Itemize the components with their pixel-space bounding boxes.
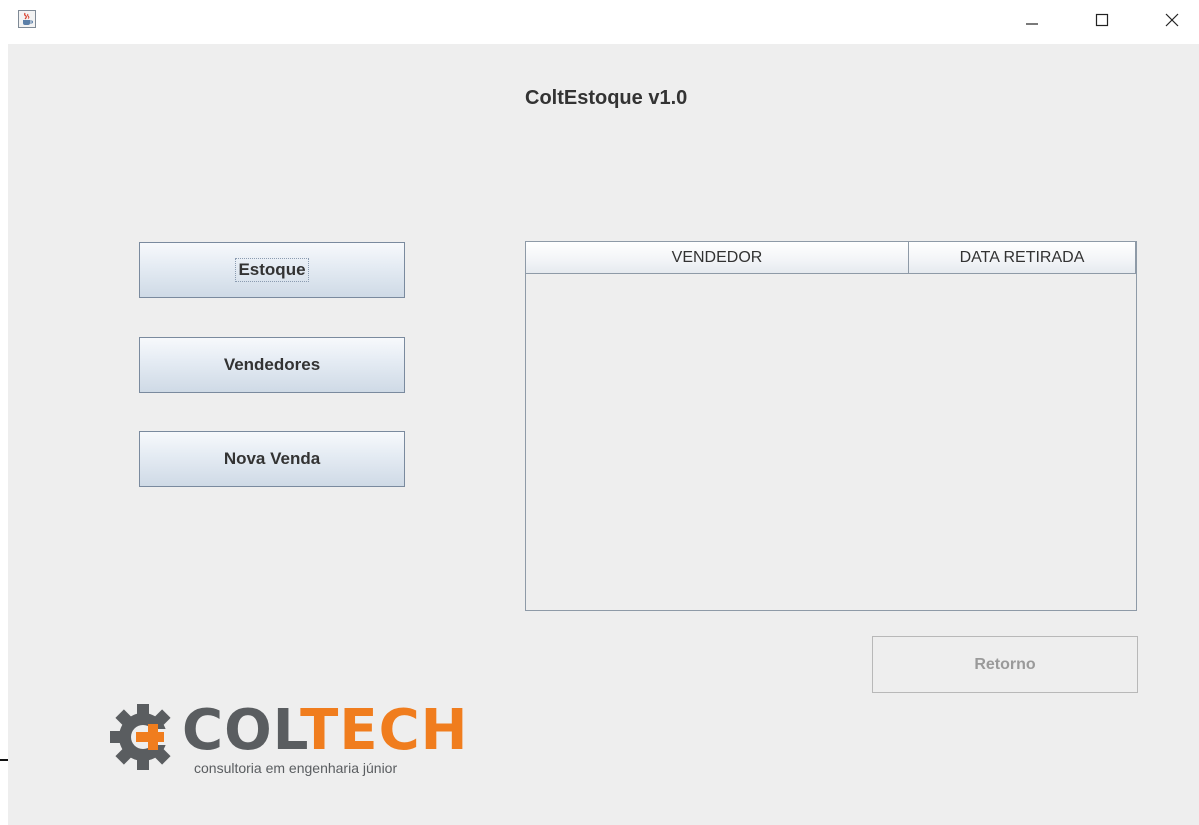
vendedores-button-label: Vendedores: [223, 355, 321, 374]
estoque-button[interactable]: Estoque: [139, 242, 405, 298]
minimize-button[interactable]: [1008, 0, 1056, 40]
minimize-icon: [1026, 23, 1038, 25]
nova-venda-button-label: Nova Venda: [223, 449, 321, 468]
logo-word-col: COL: [182, 698, 301, 763]
title-bar: [0, 0, 1199, 42]
retorno-button-label: Retorno: [974, 655, 1036, 673]
estoque-button-label: Estoque: [235, 258, 309, 282]
main-panel: ColtEstoque v1.0 Estoque Vendedores Nova…: [8, 44, 1199, 825]
close-button[interactable]: [1148, 0, 1196, 40]
vendedores-button[interactable]: Vendedores: [139, 337, 405, 393]
retorno-button[interactable]: Retorno: [872, 636, 1138, 693]
column-header-vendedor[interactable]: VENDEDOR: [526, 242, 909, 273]
table-body[interactable]: [526, 274, 1136, 610]
logo-word-tech: TECH: [300, 698, 469, 763]
sales-table[interactable]: VENDEDOR DATA RETIRADA: [525, 241, 1137, 611]
coltech-logo: COLTECH consultoria em engenharia júnior: [108, 700, 468, 780]
maximize-button[interactable]: [1078, 0, 1126, 40]
nova-venda-button[interactable]: Nova Venda: [139, 431, 405, 487]
edge-marker: [0, 759, 8, 761]
maximize-icon: [1095, 13, 1109, 27]
java-cup-icon: [18, 10, 36, 28]
close-icon: [1165, 13, 1179, 27]
app-window: ColtEstoque v1.0 Estoque Vendedores Nova…: [0, 0, 1199, 825]
logo-wordmark: COLTECH: [182, 700, 469, 762]
column-header-data-retirada[interactable]: DATA RETIRADA: [909, 242, 1136, 273]
gear-icon: [110, 704, 177, 770]
page-title: ColtEstoque v1.0: [525, 87, 688, 109]
logo-subtitle: consultoria em engenharia júnior: [194, 760, 398, 776]
table-header: VENDEDOR DATA RETIRADA: [526, 242, 1136, 274]
